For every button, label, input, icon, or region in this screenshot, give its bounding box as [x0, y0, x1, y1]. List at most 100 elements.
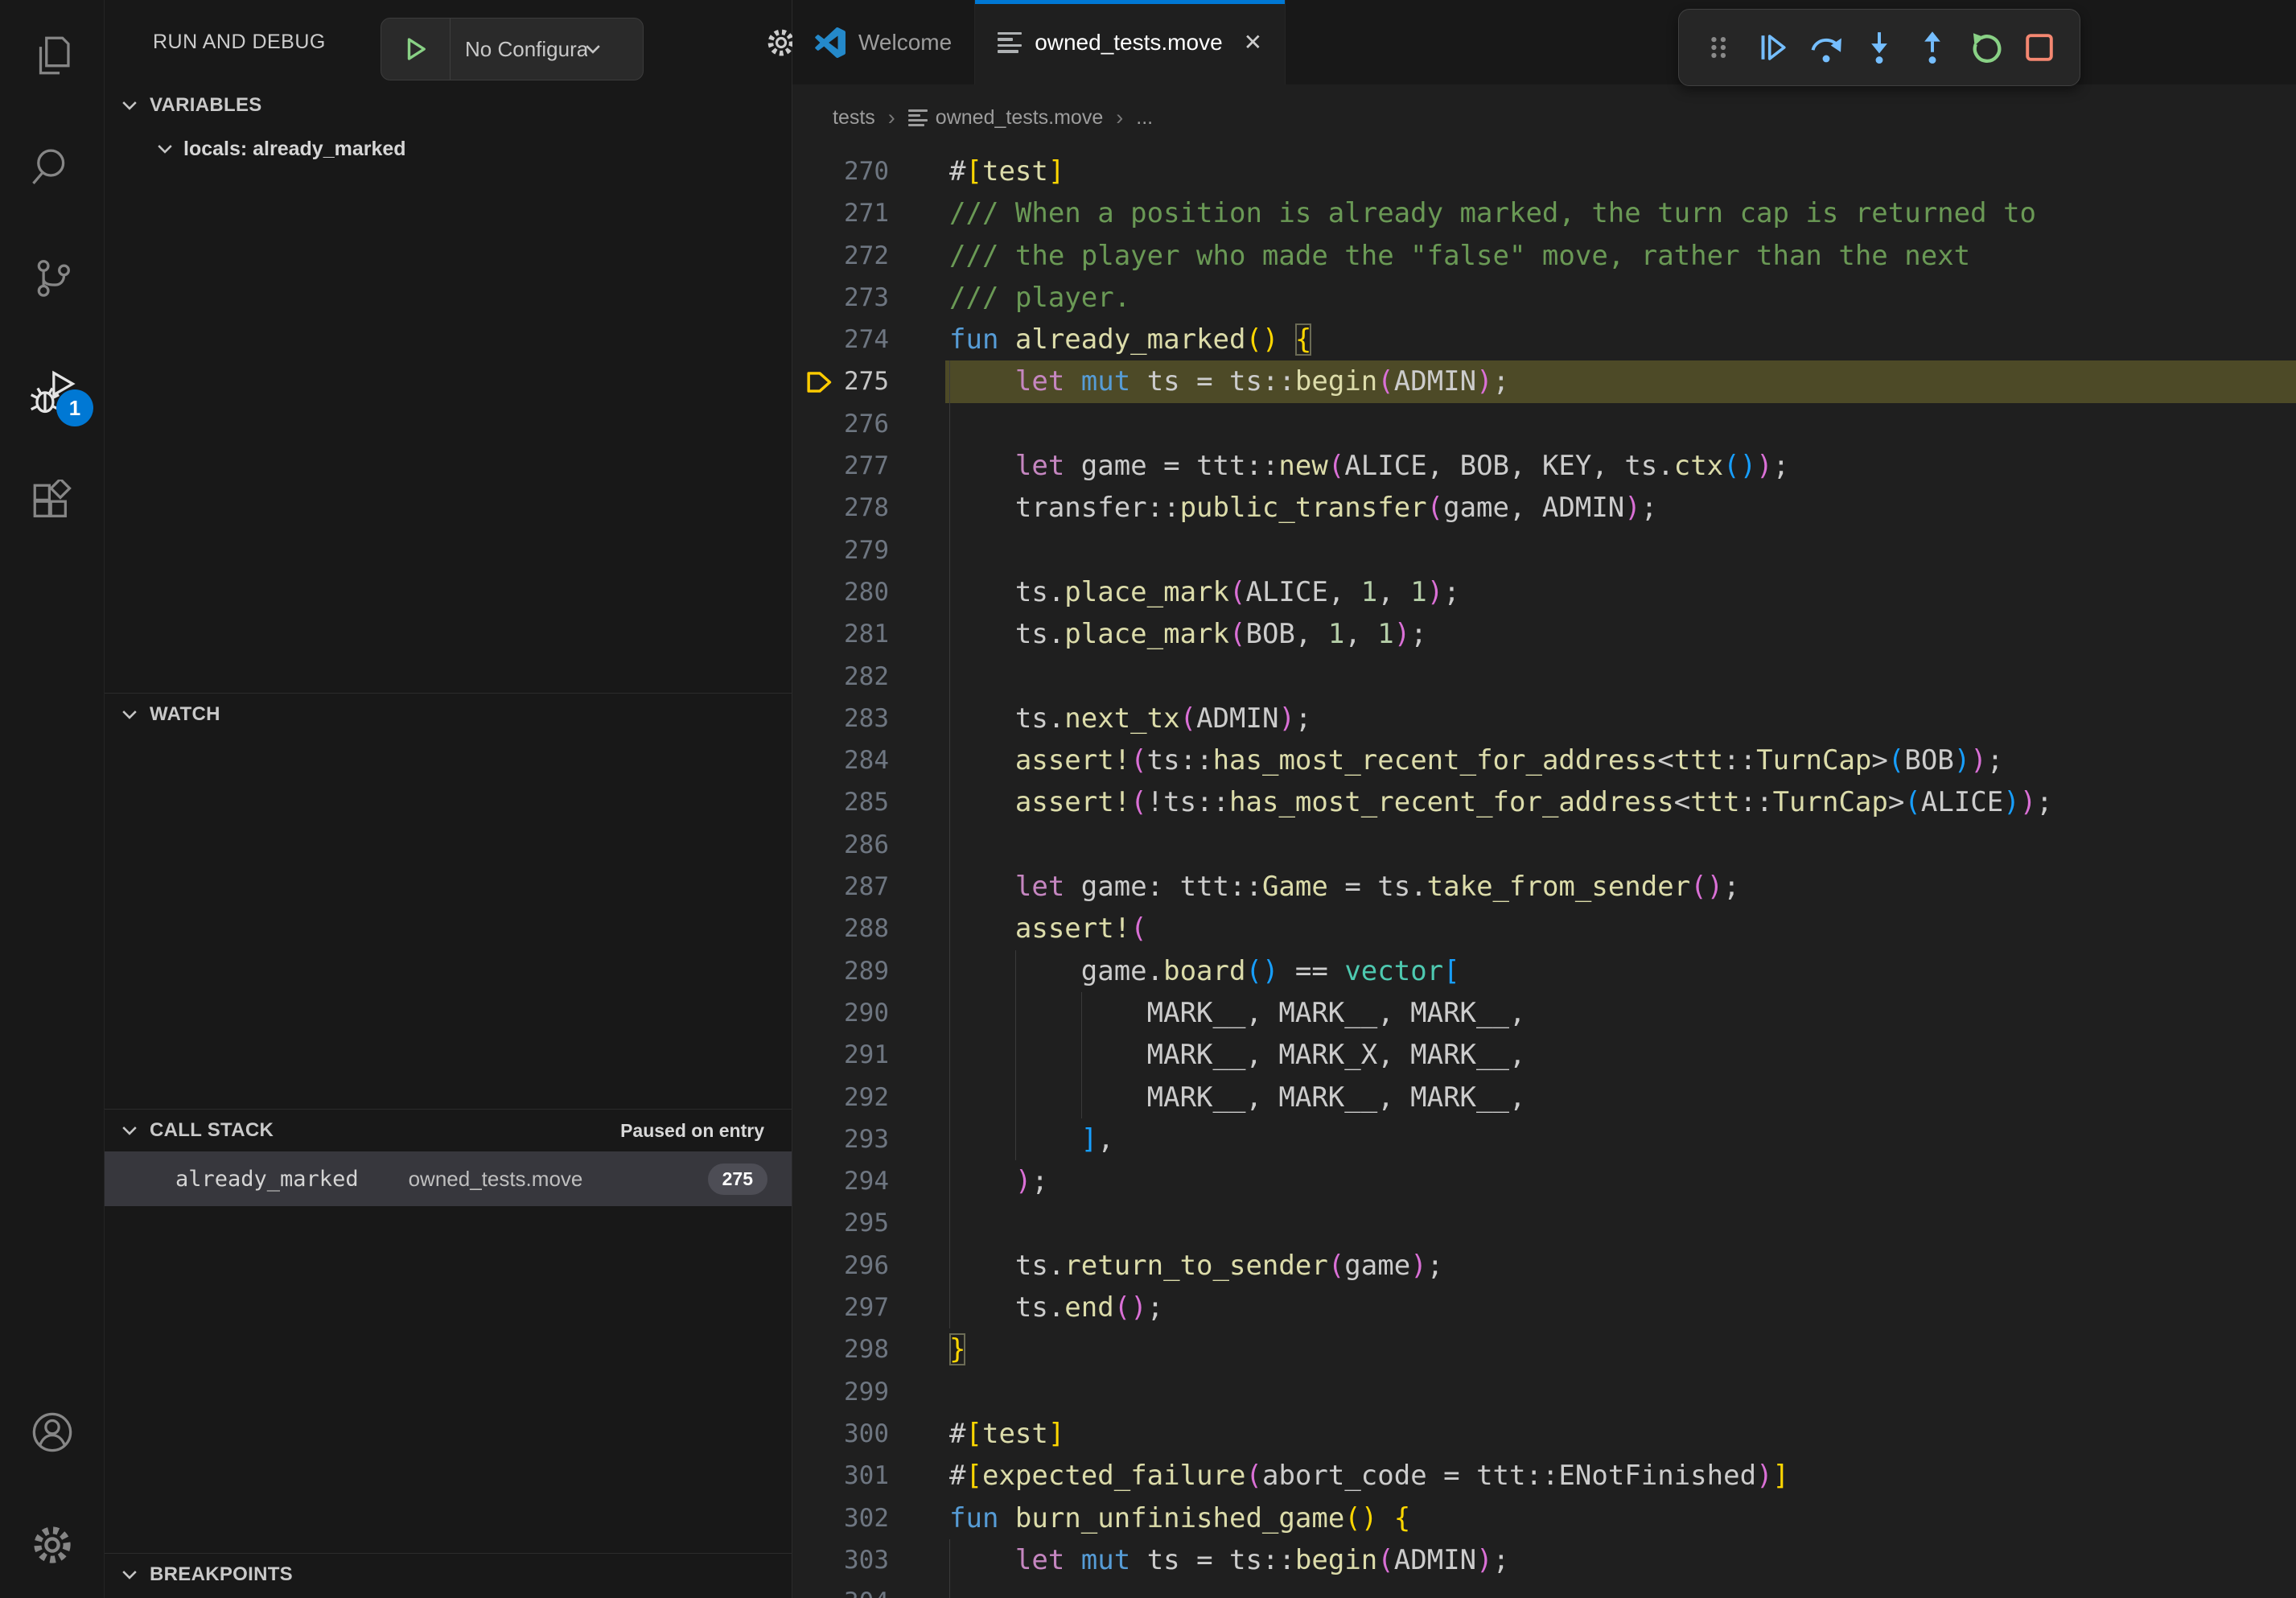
code-line-273[interactable]: 273/// player.	[792, 277, 2296, 319]
code-line-290[interactable]: 290 MARK__, MARK__, MARK__,	[792, 992, 2296, 1034]
account-icon[interactable]	[0, 1388, 105, 1477]
variables-section-header[interactable]: VARIABLES	[105, 84, 792, 126]
code-line-285[interactable]: 285 assert!(!ts::has_most_recent_for_add…	[792, 781, 2296, 823]
code-line-299[interactable]: 299	[792, 1371, 2296, 1413]
code-line-296[interactable]: 296 ts.return_to_sender(game);	[792, 1245, 2296, 1287]
locals-scope-row[interactable]: locals: already_marked	[105, 126, 792, 171]
search-icon[interactable]	[0, 123, 105, 212]
breadcrumb-file[interactable]: owned_tests.move	[936, 106, 1103, 130]
line-number[interactable]: 281	[792, 613, 889, 655]
code-line-274[interactable]: 274fun already_marked() {	[792, 319, 2296, 360]
code-line-294[interactable]: 294 );	[792, 1160, 2296, 1202]
tab-welcome[interactable]: Welcome	[792, 0, 975, 84]
line-number[interactable]: 289	[792, 950, 889, 992]
line-number[interactable]: 270	[792, 150, 889, 192]
close-tab-icon[interactable]: ✕	[1244, 29, 1262, 56]
line-number[interactable]: 280	[792, 571, 889, 613]
code-line-289[interactable]: 289 game.board() == vector[	[792, 950, 2296, 992]
line-number[interactable]: 283	[792, 698, 889, 739]
code-line-295[interactable]: 295	[792, 1202, 2296, 1244]
restart-button[interactable]	[1964, 25, 2009, 70]
step-into-button[interactable]	[1857, 25, 1902, 70]
code-line-279[interactable]: 279	[792, 529, 2296, 571]
breadcrumb-folder[interactable]: tests	[833, 106, 875, 130]
line-number[interactable]: 293	[792, 1118, 889, 1160]
call-stack-section-header[interactable]: CALL STACK Paused on entry	[105, 1110, 792, 1151]
line-number[interactable]: 271	[792, 192, 889, 234]
line-number[interactable]: 282	[792, 656, 889, 698]
line-number[interactable]: 295	[792, 1202, 889, 1244]
line-number[interactable]: 279	[792, 529, 889, 571]
settings-gear-icon[interactable]	[0, 1501, 105, 1589]
code-line-271[interactable]: 271/// When a position is already marked…	[792, 192, 2296, 234]
code-line-297[interactable]: 297 ts.end();	[792, 1287, 2296, 1328]
line-number[interactable]: 288	[792, 908, 889, 949]
code-line-298[interactable]: 298}	[792, 1328, 2296, 1370]
continue-button[interactable]	[1750, 25, 1795, 70]
code-line-283[interactable]: 283 ts.next_tx(ADMIN);	[792, 698, 2296, 739]
code-line-276[interactable]: 276	[792, 403, 2296, 445]
watch-section-header[interactable]: WATCH	[105, 694, 792, 735]
vscode-window: 1 RUN AND DEBUG No Configura	[0, 0, 2296, 1598]
explorer-icon[interactable]	[0, 11, 105, 100]
line-number[interactable]: 272	[792, 235, 889, 277]
extensions-icon[interactable]	[0, 459, 105, 547]
code-line-303[interactable]: 303 let mut ts = ts::begin(ADMIN);	[792, 1539, 2296, 1581]
line-number[interactable]: 276	[792, 403, 889, 445]
line-number[interactable]: 273	[792, 277, 889, 319]
line-number[interactable]: 290	[792, 992, 889, 1034]
code-line-288[interactable]: 288 assert!(	[792, 908, 2296, 949]
line-number[interactable]: 296	[792, 1245, 889, 1287]
step-out-button[interactable]	[1910, 25, 1955, 70]
line-number[interactable]: 284	[792, 739, 889, 781]
line-number[interactable]: 292	[792, 1077, 889, 1118]
code-line-270[interactable]: 270#[test]	[792, 150, 2296, 192]
code-line-272[interactable]: 272/// the player who made the "false" m…	[792, 235, 2296, 277]
tab-owned-tests-move[interactable]: owned_tests.move ✕	[975, 0, 1286, 84]
code-line-301[interactable]: 301#[expected_failure(abort_code = ttt::…	[792, 1455, 2296, 1497]
code-line-304[interactable]: 304	[792, 1581, 2296, 1598]
line-number[interactable]: 285	[792, 781, 889, 823]
line-number[interactable]: 299	[792, 1371, 889, 1413]
code-line-277[interactable]: 277 let game = ttt::new(ALICE, BOB, KEY,…	[792, 445, 2296, 487]
line-number[interactable]: 286	[792, 824, 889, 866]
line-number[interactable]: 303	[792, 1539, 889, 1581]
line-number[interactable]: 275	[792, 360, 889, 402]
line-number[interactable]: 294	[792, 1160, 889, 1202]
code-line-300[interactable]: 300#[test]	[792, 1413, 2296, 1455]
line-number[interactable]: 277	[792, 445, 889, 487]
toolbar-drag-handle[interactable]	[1697, 25, 1742, 70]
line-number[interactable]: 287	[792, 866, 889, 908]
line-number[interactable]: 291	[792, 1034, 889, 1076]
code-line-282[interactable]: 282	[792, 656, 2296, 698]
code-line-286[interactable]: 286	[792, 824, 2296, 866]
code-line-291[interactable]: 291 MARK__, MARK_X, MARK__,	[792, 1034, 2296, 1076]
code-editor[interactable]: 270#[test]271/// When a position is alre…	[792, 150, 2296, 1598]
code-line-292[interactable]: 292 MARK__, MARK__, MARK__,	[792, 1077, 2296, 1118]
line-number[interactable]: 304	[792, 1581, 889, 1598]
line-number[interactable]: 274	[792, 319, 889, 360]
debug-config-dropdown[interactable]: No Configura	[381, 18, 644, 80]
breakpoints-section-header[interactable]: BREAKPOINTS	[105, 1554, 792, 1596]
source-control-icon[interactable]	[0, 233, 105, 322]
code-line-275[interactable]: 275 let mut ts = ts::begin(ADMIN);	[792, 360, 2296, 402]
code-line-287[interactable]: 287 let game: ttt::Game = ts.take_from_s…	[792, 866, 2296, 908]
line-number[interactable]: 298	[792, 1328, 889, 1370]
code-line-302[interactable]: 302fun burn_unfinished_game() {	[792, 1497, 2296, 1539]
run-and-debug-icon[interactable]: 1	[0, 348, 105, 436]
code-line-281[interactable]: 281 ts.place_mark(BOB, 1, 1);	[792, 613, 2296, 655]
line-number[interactable]: 301	[792, 1455, 889, 1497]
line-number[interactable]: 300	[792, 1413, 889, 1455]
code-line-280[interactable]: 280 ts.place_mark(ALICE, 1, 1);	[792, 571, 2296, 613]
line-number[interactable]: 278	[792, 487, 889, 529]
line-number[interactable]: 297	[792, 1287, 889, 1328]
stop-button[interactable]	[2017, 25, 2062, 70]
breadcrumb-more[interactable]: ...	[1136, 106, 1153, 130]
line-number[interactable]: 302	[792, 1497, 889, 1539]
code-line-284[interactable]: 284 assert!(ts::has_most_recent_for_addr…	[792, 739, 2296, 781]
code-line-293[interactable]: 293 ],	[792, 1118, 2296, 1160]
code-line-278[interactable]: 278 transfer::public_transfer(game, ADMI…	[792, 487, 2296, 529]
stack-frame-row[interactable]: already_marked owned_tests.move 275	[105, 1151, 792, 1206]
step-over-button[interactable]	[1804, 25, 1849, 70]
start-debug-button[interactable]	[381, 19, 451, 80]
